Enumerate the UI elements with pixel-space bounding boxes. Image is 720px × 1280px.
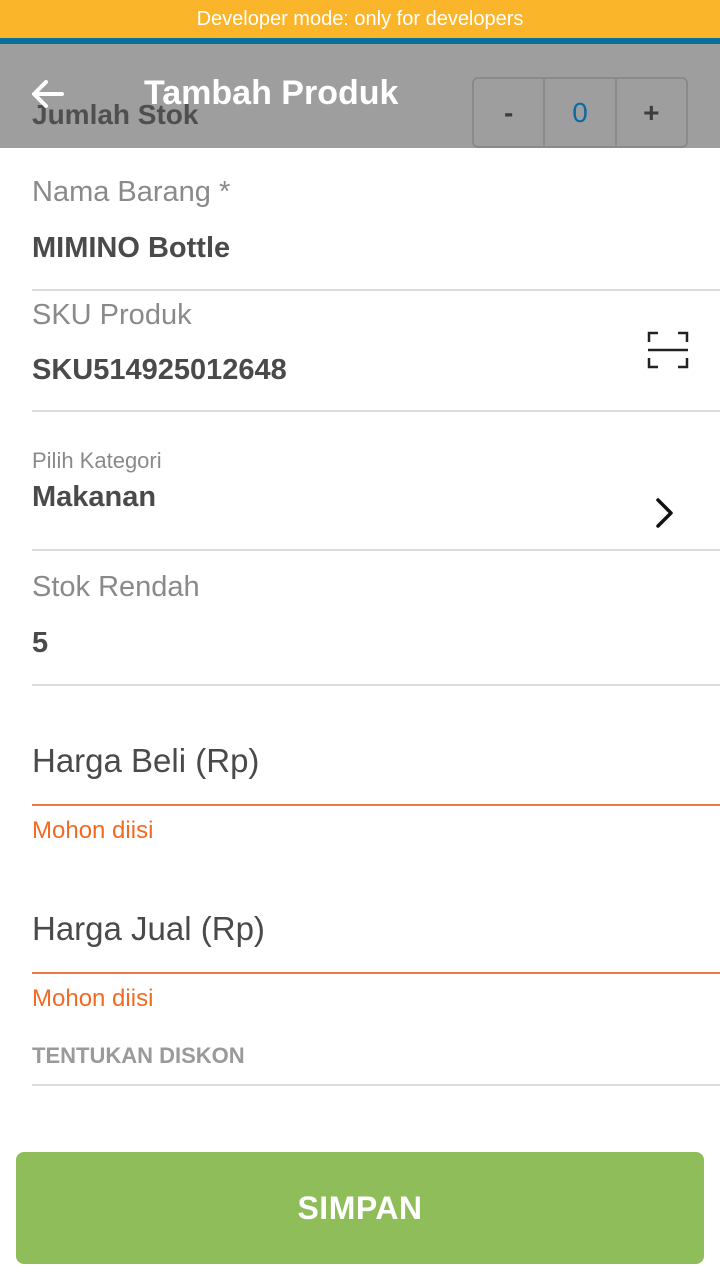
stock-quantity-stepper: - 0 +	[472, 77, 688, 148]
arrow-back-icon	[32, 80, 64, 108]
divider	[32, 289, 720, 291]
barcode-scan-icon	[647, 331, 689, 369]
sku-label: SKU Produk	[32, 299, 192, 331]
category-label: Pilih Kategori	[32, 448, 162, 473]
stock-quantity-value[interactable]: 0	[543, 79, 617, 146]
sell-price-input[interactable]: Harga Jual (Rp)	[32, 910, 720, 948]
developer-mode-banner: Developer mode: only for developers	[0, 0, 720, 38]
set-discount-link[interactable]: TENTUKAN DISKON	[32, 1043, 720, 1069]
sku-input[interactable]: SKU514925012648	[32, 354, 720, 387]
decrement-button[interactable]: -	[474, 79, 543, 146]
divider	[32, 684, 720, 686]
buy-price-error: Mohon diisi	[32, 817, 154, 844]
save-button[interactable]: SIMPAN	[16, 1152, 704, 1264]
page-title: Tambah Produk	[144, 74, 399, 112]
increment-button[interactable]: +	[617, 79, 686, 146]
sell-price-error: Mohon diisi	[32, 985, 154, 1012]
divider	[32, 410, 720, 412]
buy-price-underline	[32, 804, 720, 806]
sell-price-underline	[32, 972, 720, 974]
category-chevron-button[interactable]	[650, 495, 680, 531]
app-bar: Jumlah Stok - 0 + Tambah Produk	[0, 44, 720, 148]
product-name-input[interactable]: MIMINO Bottle	[32, 232, 720, 265]
low-stock-label: Stok Rendah	[32, 571, 200, 603]
barcode-scan-button[interactable]	[646, 330, 690, 370]
low-stock-input[interactable]: 5	[32, 627, 720, 660]
divider	[32, 549, 720, 551]
product-name-label: Nama Barang *	[32, 176, 231, 208]
back-button[interactable]	[26, 72, 70, 116]
buy-price-input[interactable]: Harga Beli (Rp)	[32, 742, 720, 780]
chevron-right-icon	[656, 498, 673, 528]
category-select[interactable]: Makanan	[32, 481, 720, 514]
divider	[32, 1084, 720, 1086]
